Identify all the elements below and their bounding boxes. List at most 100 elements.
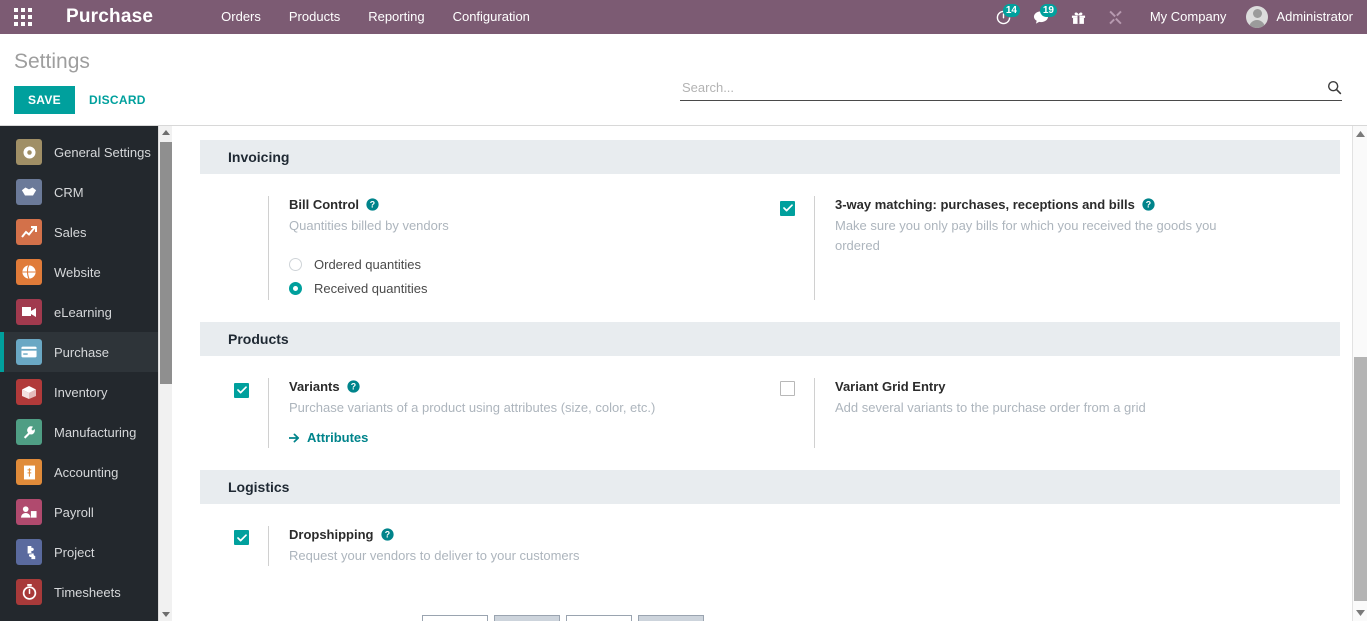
sidebar-item-inventory[interactable]: Inventory bbox=[0, 372, 172, 412]
setting-label: Variant Grid Entry bbox=[835, 378, 1310, 395]
setting-dropshipping: Dropshipping?Request your vendors to del… bbox=[200, 526, 770, 566]
radio-option-received-quantities[interactable]: Received quantities bbox=[289, 276, 740, 300]
svg-text:?: ? bbox=[350, 382, 355, 392]
search-icon[interactable] bbox=[1321, 80, 1342, 95]
box-icon bbox=[16, 379, 42, 405]
help-icon[interactable]: ? bbox=[381, 528, 394, 541]
sidebar-item-label: Inventory bbox=[54, 385, 107, 400]
arrow-right-icon bbox=[289, 433, 300, 443]
setting-link-label: Attributes bbox=[307, 430, 368, 445]
wrench-tools-icon[interactable] bbox=[1097, 0, 1134, 34]
help-icon[interactable]: ? bbox=[366, 198, 379, 211]
radio-option-ordered-quantities[interactable]: Ordered quantities bbox=[289, 252, 740, 276]
top-navbar: Purchase Orders Products Reporting Confi… bbox=[0, 0, 1367, 34]
help-icon[interactable]: ? bbox=[1142, 198, 1155, 211]
sidebar-item-label: Project bbox=[54, 545, 94, 560]
sidebar-item-label: Accounting bbox=[54, 465, 118, 480]
sidebar-scrollbar[interactable] bbox=[158, 126, 172, 621]
setting-variant-grid-entry: Variant Grid EntryAdd several variants t… bbox=[770, 378, 1340, 448]
setting-label-text: Variant Grid Entry bbox=[835, 378, 946, 395]
sidebar-item-elearning[interactable]: eLearning bbox=[0, 292, 172, 332]
setting-text: Dropshipping?Request your vendors to del… bbox=[268, 526, 740, 566]
svg-text:?: ? bbox=[384, 529, 389, 539]
sidebar-item-purchase[interactable]: Purchase bbox=[0, 332, 172, 372]
sidebar-item-manufacturing[interactable]: Manufacturing bbox=[0, 412, 172, 452]
settings-block-invoicing: Invoicing Bill Control?Quantities billed … bbox=[172, 140, 1352, 322]
setting-control-cell bbox=[780, 378, 814, 448]
stopwatch-icon bbox=[16, 579, 42, 605]
menu-item-configuration[interactable]: Configuration bbox=[439, 0, 544, 34]
help-icon[interactable]: ? bbox=[347, 380, 360, 393]
sidebar-item-label: Payroll bbox=[54, 505, 94, 520]
radio-label: Ordered quantities bbox=[314, 257, 421, 272]
setting-text: Bill Control?Quantities billed by vendor… bbox=[268, 196, 740, 300]
setting-text: Variant Grid EntryAdd several variants t… bbox=[814, 378, 1310, 448]
setting-label: Variants? bbox=[289, 378, 740, 395]
radio-button[interactable] bbox=[289, 258, 302, 271]
checkbox-variants[interactable] bbox=[234, 383, 249, 398]
menu-item-orders[interactable]: Orders bbox=[207, 0, 275, 34]
apps-grid-icon[interactable] bbox=[0, 0, 46, 34]
sidebar-item-sales[interactable]: Sales bbox=[0, 212, 172, 252]
radio-group: Ordered quantities Received quantities bbox=[289, 252, 740, 300]
messages-menu[interactable]: 19 bbox=[1022, 0, 1060, 34]
sidebar-scroll-thumb[interactable] bbox=[160, 142, 172, 384]
checkbox-3-way-matching-purchases-receptions-and-bills[interactable] bbox=[780, 201, 795, 216]
settings-block-body: Dropshipping?Request your vendors to del… bbox=[172, 504, 1352, 588]
setting-variants: Variants?Purchase variants of a product … bbox=[200, 378, 770, 448]
setting-control-cell bbox=[780, 196, 814, 300]
settings-block-logistics: LogisticsDropshipping?Request your vendo… bbox=[172, 470, 1352, 588]
company-switcher[interactable]: My Company bbox=[1134, 0, 1241, 34]
search-input[interactable] bbox=[680, 80, 1321, 95]
sidebar-item-accounting[interactable]: Accounting bbox=[0, 452, 172, 492]
menu-item-products[interactable]: Products bbox=[275, 0, 354, 34]
navbar-right-tools: 14 19 My Company bbox=[985, 0, 1367, 34]
setting-control-cell bbox=[234, 378, 268, 448]
settings-block-body: Variants?Purchase variants of a product … bbox=[172, 356, 1352, 470]
settings-scroll-up-icon[interactable] bbox=[1353, 126, 1367, 142]
sidebar-item-general-settings[interactable]: General Settings bbox=[0, 132, 172, 172]
sidebar-item-website[interactable]: Website bbox=[0, 252, 172, 292]
setting-label: Dropshipping? bbox=[289, 526, 740, 543]
sidebar-item-label: eLearning bbox=[54, 305, 112, 320]
radio-label: Received quantities bbox=[314, 281, 427, 296]
graduation-icon bbox=[16, 299, 42, 325]
main-menu: Orders Products Reporting Configuration bbox=[207, 0, 544, 34]
sidebar-scroll-up-icon[interactable] bbox=[159, 126, 172, 140]
puzzle-icon bbox=[16, 539, 42, 565]
setting-text: 3-way matching: purchases, receptions an… bbox=[814, 196, 1310, 300]
setting-control-cell bbox=[234, 526, 268, 566]
gear-icon bbox=[16, 139, 42, 165]
gift-icon[interactable] bbox=[1060, 0, 1097, 34]
sidebar-item-project[interactable]: Project bbox=[0, 532, 172, 572]
user-menu[interactable]: Administrator bbox=[1240, 0, 1357, 34]
setting-description: Make sure you only pay bills for which y… bbox=[835, 216, 1225, 256]
activities-menu[interactable]: 14 bbox=[985, 0, 1022, 34]
setting-label-text: Bill Control bbox=[289, 196, 359, 213]
menu-item-reporting[interactable]: Reporting bbox=[354, 0, 438, 34]
settings-scroll-down-icon[interactable] bbox=[1353, 605, 1367, 621]
setting-3-way-matching-purchases-receptions-and-bills: 3-way matching: purchases, receptions an… bbox=[770, 196, 1340, 300]
settings-content: Invoicing Bill Control?Quantities billed … bbox=[172, 126, 1367, 621]
checkbox-dropshipping[interactable] bbox=[234, 530, 249, 545]
settings-scroll-thumb[interactable] bbox=[1354, 357, 1367, 601]
save-button[interactable]: SAVE bbox=[14, 86, 75, 114]
discard-button[interactable]: DISCARD bbox=[75, 86, 160, 114]
settings-scrollbar[interactable] bbox=[1352, 126, 1367, 621]
setting-link-attributes[interactable]: Attributes bbox=[289, 430, 368, 445]
checkbox-variant-grid-entry[interactable] bbox=[780, 381, 795, 396]
sidebar-item-label: Purchase bbox=[54, 345, 109, 360]
chart-up-icon bbox=[16, 219, 42, 245]
settings-block-title: Invoicing bbox=[200, 140, 1340, 174]
settings-scroll-viewport: Invoicing Bill Control?Quantities billed … bbox=[172, 126, 1352, 621]
settings-block-products: ProductsVariants?Purchase variants of a … bbox=[172, 322, 1352, 470]
sidebar-item-payroll[interactable]: Payroll bbox=[0, 492, 172, 532]
invoice-icon bbox=[16, 459, 42, 485]
main-content: General SettingsCRMSalesWebsite eLearning… bbox=[0, 126, 1367, 621]
sidebar-item-crm[interactable]: CRM bbox=[0, 172, 172, 212]
sidebar-scroll-down-icon[interactable] bbox=[159, 607, 172, 621]
sidebar-item-timesheets[interactable]: Timesheets bbox=[0, 572, 172, 612]
search-bar bbox=[680, 80, 1342, 101]
radio-button[interactable] bbox=[289, 282, 302, 295]
app-brand-title[interactable]: Purchase bbox=[46, 0, 163, 34]
